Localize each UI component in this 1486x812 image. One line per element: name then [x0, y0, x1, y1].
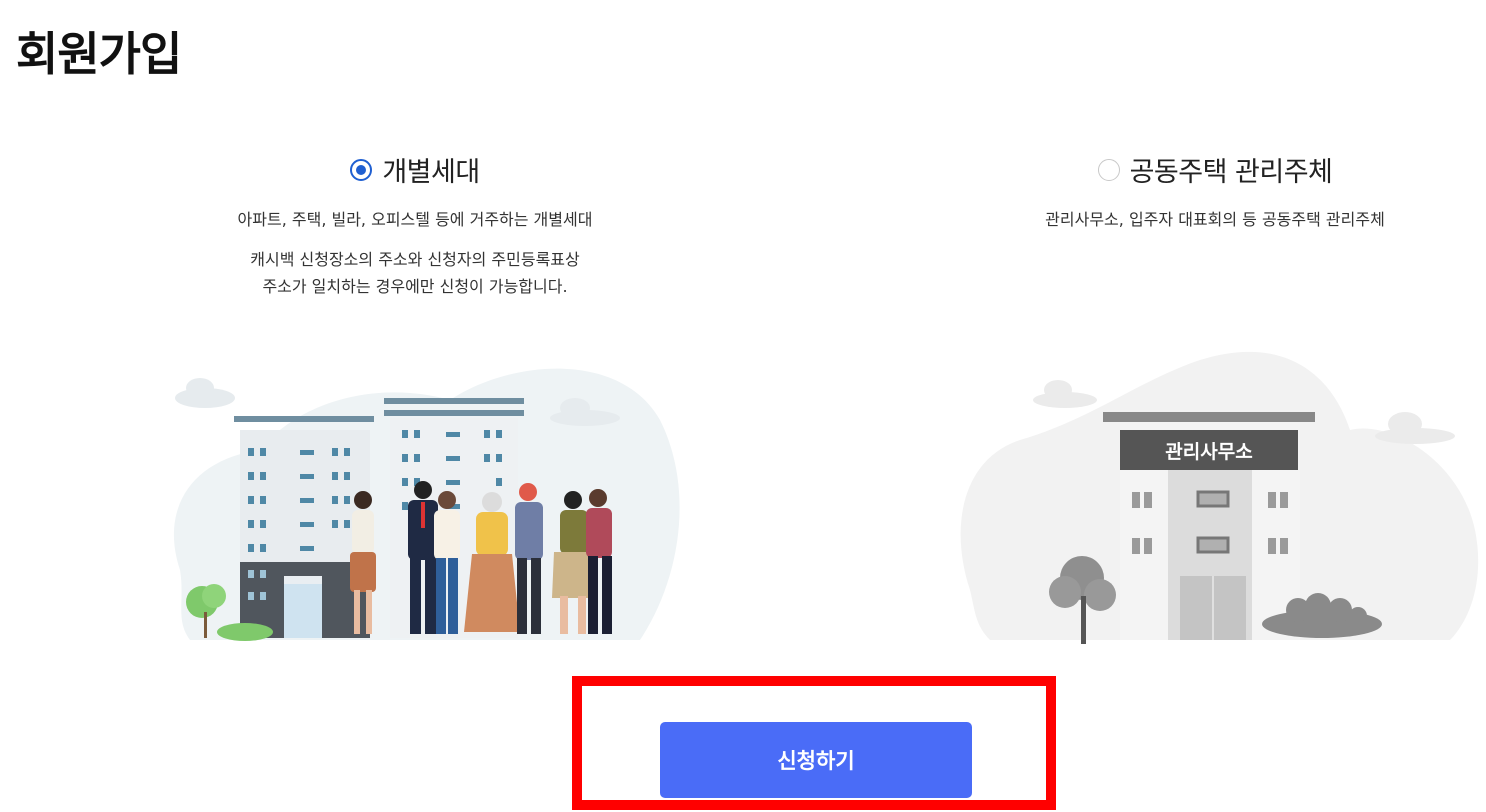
option-label: 공동주택 관리주체: [1129, 157, 1333, 188]
option-individual-household: 개별세대 아파트, 주택, 빌라, 오피스텔 등에 거주하는 개별세대 캐시백 …: [135, 150, 695, 300]
option-note-line: 주소가 일치하는 경우에만 신청이 가능합니다.: [262, 276, 568, 296]
option-apartment-management: 공동주택 관리주체 관리사무소, 입주자 대표회의 등 공동주택 관리주체: [935, 150, 1486, 231]
apartment-residents-illustration[interactable]: [150, 340, 690, 650]
option-note-line: 캐시백 신청장소의 주소와 신청자의 주민등록표상: [250, 250, 580, 270]
individual-household-radio-option[interactable]: 개별세대: [350, 150, 480, 189]
apartment-management-radio-option[interactable]: 공동주택 관리주체: [1097, 150, 1333, 189]
option-label: 개별세대: [382, 157, 480, 188]
option-description: 관리사무소, 입주자 대표회의 등 공동주택 관리주체: [1045, 210, 1385, 229]
page-title: 회원가입: [16, 27, 182, 81]
option-description: 아파트, 주택, 빌라, 오피스텔 등에 거주하는 개별세대: [237, 210, 593, 229]
office-sign-text: 관리사무소: [1165, 441, 1252, 463]
submit-button[interactable]: 신청하기: [660, 722, 972, 798]
option-note: 캐시백 신청장소의 주소와 신청자의 주민등록표상 주소가 일치하는 경우에만 …: [135, 247, 695, 300]
management-office-illustration[interactable]: 관리사무소: [950, 340, 1480, 650]
roof-strip: [1103, 412, 1315, 422]
radio-unselected-icon[interactable]: [1097, 158, 1120, 181]
radio-selected-icon[interactable]: [350, 158, 373, 181]
